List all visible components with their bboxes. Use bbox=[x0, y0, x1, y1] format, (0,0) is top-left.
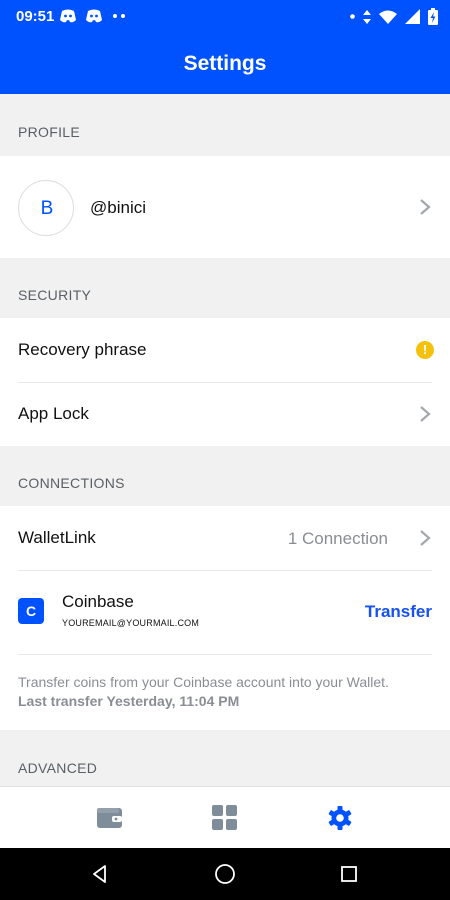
section-header-label: SECURITY bbox=[18, 287, 92, 303]
chevron-right-icon bbox=[420, 199, 431, 215]
transfer-button[interactable]: Transfer bbox=[365, 602, 432, 622]
warning-icon: ! bbox=[416, 341, 434, 359]
walletlink-connection-count: 1 Connection bbox=[287, 529, 388, 548]
app-lock-row[interactable]: App Lock bbox=[0, 382, 450, 446]
transfer-description-text: Transfer coins from your Coinbase accoun… bbox=[18, 674, 389, 690]
coinbase-logo: C bbox=[18, 598, 44, 624]
section-header-label: CONNECTIONS bbox=[18, 475, 125, 491]
back-icon[interactable] bbox=[88, 862, 112, 886]
walletlink-row[interactable]: WalletLink 1 Connection bbox=[0, 506, 450, 570]
status-time: 09:51 bbox=[16, 8, 55, 25]
recents-icon[interactable] bbox=[337, 862, 361, 886]
avatar: B bbox=[18, 180, 74, 236]
recovery-phrase-label: Recovery phrase bbox=[18, 340, 147, 359]
wallet-icon[interactable] bbox=[96, 805, 124, 831]
signal-icon bbox=[405, 9, 420, 24]
wifi-icon bbox=[379, 10, 397, 24]
discord-icon bbox=[86, 9, 102, 23]
apps-grid-icon[interactable] bbox=[211, 805, 239, 831]
coinbase-name: Coinbase bbox=[62, 592, 134, 611]
app-lock-label: App Lock bbox=[18, 404, 89, 423]
status-right-icons bbox=[350, 8, 438, 25]
data-transfer-icon bbox=[363, 9, 371, 24]
profile-row[interactable]: B @binici bbox=[0, 156, 450, 258]
walletlink-label: WalletLink bbox=[18, 528, 96, 547]
profile-handle: @binici bbox=[90, 198, 146, 217]
home-icon[interactable] bbox=[213, 862, 237, 886]
app-bar: Settings bbox=[0, 34, 450, 94]
section-header-profile: PROFILE bbox=[0, 94, 450, 156]
system-nav-bar bbox=[0, 848, 450, 900]
connections-card: WalletLink 1 Connection C Coinbase YOURE… bbox=[0, 506, 450, 730]
divider bbox=[18, 654, 432, 655]
coinbase-email: YOUREMAIL@YOURMAIL.COM bbox=[62, 618, 200, 628]
status-bar: 09:51 bbox=[0, 0, 450, 34]
avatar-letter: B bbox=[40, 198, 54, 219]
section-header-advanced: ADVANCED bbox=[0, 730, 450, 786]
page-title: Settings bbox=[183, 52, 267, 75]
section-header-label: PROFILE bbox=[18, 124, 81, 140]
settings-gear-icon[interactable] bbox=[326, 805, 354, 831]
bottom-nav bbox=[0, 786, 450, 848]
section-header-label: ADVANCED bbox=[18, 760, 98, 776]
discord-icon bbox=[60, 9, 76, 23]
security-card: Recovery phrase ! App Lock bbox=[0, 318, 450, 446]
last-transfer-text: Last transfer Yesterday, 11:04 PM bbox=[18, 693, 240, 709]
chevron-right-icon bbox=[420, 406, 431, 422]
section-header-security: SECURITY bbox=[0, 258, 450, 318]
section-header-connections: CONNECTIONS bbox=[0, 446, 450, 506]
coinbase-logo-letter: C bbox=[25, 603, 37, 619]
dot-icon bbox=[350, 14, 355, 19]
status-left-icons bbox=[60, 9, 126, 23]
battery-charging-icon bbox=[428, 8, 438, 25]
recovery-phrase-row[interactable]: Recovery phrase ! bbox=[0, 318, 450, 382]
chevron-right-icon bbox=[420, 530, 431, 546]
more-dots-icon bbox=[113, 14, 125, 18]
transfer-description: Transfer coins from your Coinbase accoun… bbox=[18, 674, 438, 709]
coinbase-row: C Coinbase YOUREMAIL@YOURMAIL.COM Transf… bbox=[0, 570, 450, 654]
